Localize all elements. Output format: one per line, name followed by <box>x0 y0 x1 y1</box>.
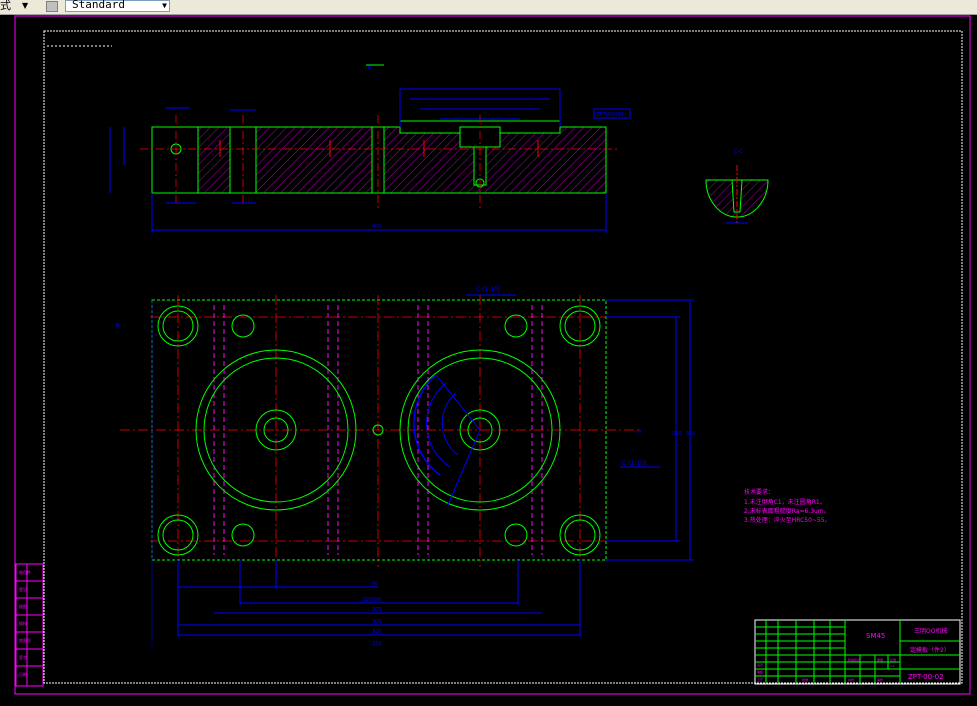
chevron-down-icon: ▼ <box>162 1 167 10</box>
section-mark: B <box>368 65 372 71</box>
style-toolbar: 式 ▼ Standard ▼ <box>0 0 977 15</box>
strip-label: 借用件 <box>19 569 31 575</box>
tb-small-label: 审核 <box>757 669 763 674</box>
strip-label: 签字 <box>19 654 27 660</box>
bottom-dim: 370 <box>372 641 382 647</box>
drawing-number: ZPT-00-02 <box>908 673 944 681</box>
front-section-view: 400 ZPT(00)(01) B <box>109 64 631 233</box>
material-label: SM45 <box>866 632 885 640</box>
strip-label: 登记 <box>19 586 27 592</box>
tb-small-label: 批准 <box>802 677 808 682</box>
tb-small-label: 阶段标记 <box>848 657 860 662</box>
bottom-dim: 320 <box>372 629 382 635</box>
outer-frame <box>14 15 971 695</box>
plan-label: C (1:10) <box>622 460 646 467</box>
note-line: 1.未注倒角C1，未注圆角R1。 <box>744 498 826 506</box>
cad-drawing-canvas[interactable]: 借用件 登记 描图 描校 底图号 签字 日期 400 ZPT(00)(01) B… <box>0 15 977 706</box>
strip-label: 底图号 <box>19 637 31 643</box>
tb-small-label: 比例 <box>890 657 896 662</box>
text-style-icon[interactable] <box>46 1 58 12</box>
side-dim: 300 <box>686 431 696 437</box>
side-dim: 250 <box>672 431 682 437</box>
bottom-dim: 60 <box>372 581 378 587</box>
note-line: 3.热处理：淬火至HRC50~55。 <box>744 516 831 524</box>
tb-small-label: 第张 <box>877 677 883 682</box>
company-label: 三明OO机械 <box>914 627 947 635</box>
bottom-dim: 220(00) <box>362 597 382 603</box>
section-view-cc: C-C <box>705 149 769 225</box>
bottom-dim: 300 <box>372 619 382 625</box>
width-dimension: 400 <box>372 224 382 230</box>
strip-label: 日期 <box>19 671 27 677</box>
note-line: 2.未标表面粗糙度Ra=6.3um。 <box>744 507 830 515</box>
left-register-strip: 借用件 登记 描图 描校 底图号 签字 日期 <box>15 563 44 687</box>
technical-notes: 技术要求： 1.未注倒角C1，未注圆角R1。 2.未标表面粗糙度Ra=6.3um… <box>744 488 831 524</box>
bottom-dim: 270 <box>372 607 382 613</box>
strip-label: 描图 <box>19 603 27 609</box>
tb-small-label: 工艺 <box>757 677 763 682</box>
tb-small-label: 设计 <box>757 662 763 667</box>
style-dropdown-arrow[interactable]: ▼ <box>22 0 28 14</box>
ref-tag: ZPT(00)(01) <box>596 112 626 118</box>
mark-a: A <box>638 429 642 435</box>
mark-b: B <box>116 323 120 329</box>
text-style-combo[interactable]: Standard ▼ <box>65 0 170 12</box>
strip-label: 描校 <box>19 620 27 626</box>
section-title: C-C <box>734 149 743 155</box>
note-line: 技术要求： <box>744 488 774 496</box>
plan-label: C (1:10) <box>476 286 500 293</box>
plan-view: 60 220(00) 270 300 320 370 300 250 C (1:… <box>116 286 696 647</box>
tb-small-label: 1:1 <box>890 664 895 668</box>
part-name-label: 定模板（件2） <box>910 646 950 654</box>
title-block: SM45 三明OO机械 定模板（件2） ZPT-00-02 设计 审核 工艺 批… <box>754 619 961 685</box>
tb-small-label: 共张 <box>848 677 854 682</box>
style-label: 式 <box>0 0 11 12</box>
text-style-value: Standard <box>72 0 125 11</box>
tb-small-label: 重量 <box>877 657 883 662</box>
